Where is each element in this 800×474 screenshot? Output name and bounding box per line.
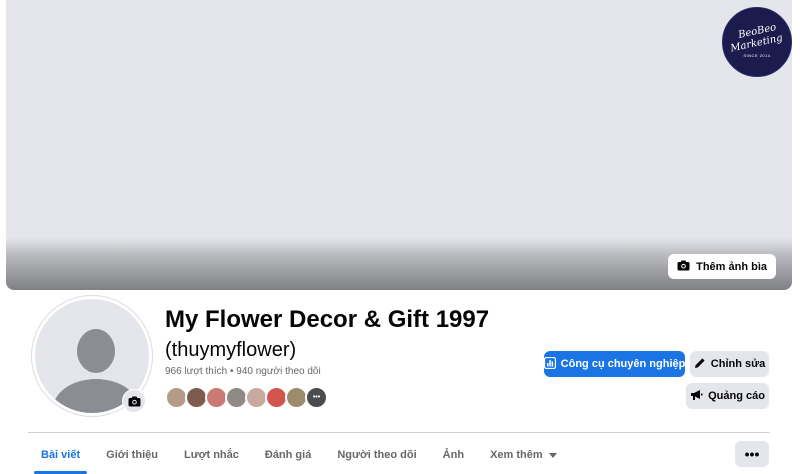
ads-label: Quảng cáo bbox=[708, 390, 765, 402]
profile-divider bbox=[28, 432, 770, 433]
edit-page-button[interactable]: Chỉnh sửa bbox=[690, 351, 769, 377]
tab-label: Người theo dõi bbox=[337, 449, 417, 461]
professional-tools-button[interactable]: Công cụ chuyên nghiệp bbox=[543, 351, 686, 377]
tab-followers[interactable]: Người theo dõi bbox=[324, 440, 429, 470]
more-followers-avatar[interactable]: ••• bbox=[305, 386, 328, 409]
pencil-icon bbox=[694, 357, 706, 372]
professional-tools-label: Công cụ chuyên nghiệp bbox=[560, 358, 686, 370]
page-stats: 966 lượt thích • 940 người theo dõi bbox=[165, 366, 321, 377]
bar-chart-icon bbox=[543, 356, 556, 372]
ads-button[interactable]: Quảng cáo bbox=[686, 383, 769, 409]
page-title: My Flower Decor & Gift 1997 bbox=[165, 306, 490, 333]
tab-mentions[interactable]: Lượt nhắc bbox=[171, 440, 252, 470]
tab-label: Đánh giá bbox=[264, 449, 312, 461]
tab-label: Xem thêm bbox=[490, 449, 543, 461]
add-cover-photo-button[interactable]: Thêm ảnh bìa bbox=[668, 254, 776, 279]
more-options-button[interactable]: ••• bbox=[735, 441, 769, 467]
avatar-head-silhouette bbox=[77, 329, 115, 373]
tab-label: Ảnh bbox=[442, 449, 465, 461]
update-avatar-camera-icon[interactable] bbox=[122, 389, 146, 413]
tab-posts[interactable]: Bài viết bbox=[28, 440, 93, 474]
tab-photos[interactable]: Ảnh bbox=[430, 440, 477, 470]
tab-reviews[interactable]: Đánh giá bbox=[252, 440, 324, 470]
brand-logo: BeoBeo Marketing SINCE 2014 bbox=[722, 7, 792, 77]
tab-label: Giới thiệu bbox=[106, 449, 158, 461]
camera-icon bbox=[677, 260, 690, 274]
add-cover-photo-label: Thêm ảnh bìa bbox=[696, 260, 767, 273]
caret-down-icon bbox=[548, 449, 557, 461]
followers-count[interactable]: 940 người theo dõi bbox=[236, 366, 320, 377]
tab-see-more[interactable]: Xem thêm bbox=[477, 440, 570, 470]
stats-separator: • bbox=[229, 366, 234, 377]
megaphone-icon bbox=[690, 389, 703, 404]
likes-count[interactable]: 966 lượt thích bbox=[165, 366, 227, 377]
cover-photo bbox=[6, 0, 792, 290]
tab-label: Lượt nhắc bbox=[183, 449, 239, 461]
logo-line-3: SINCE 2014 bbox=[743, 53, 771, 58]
tab-label: Bài viết bbox=[41, 449, 81, 461]
follower-avatars: ••• bbox=[165, 386, 328, 409]
page-handle: (thuymyflower) bbox=[165, 339, 297, 361]
tab-about[interactable]: Giới thiệu bbox=[93, 440, 171, 470]
ellipsis-icon: ••• bbox=[744, 446, 760, 462]
edit-page-label: Chỉnh sửa bbox=[710, 358, 766, 370]
profile-tabs: Bài viết Giới thiệu Lượt nhắc Đánh giá N… bbox=[28, 440, 570, 474]
